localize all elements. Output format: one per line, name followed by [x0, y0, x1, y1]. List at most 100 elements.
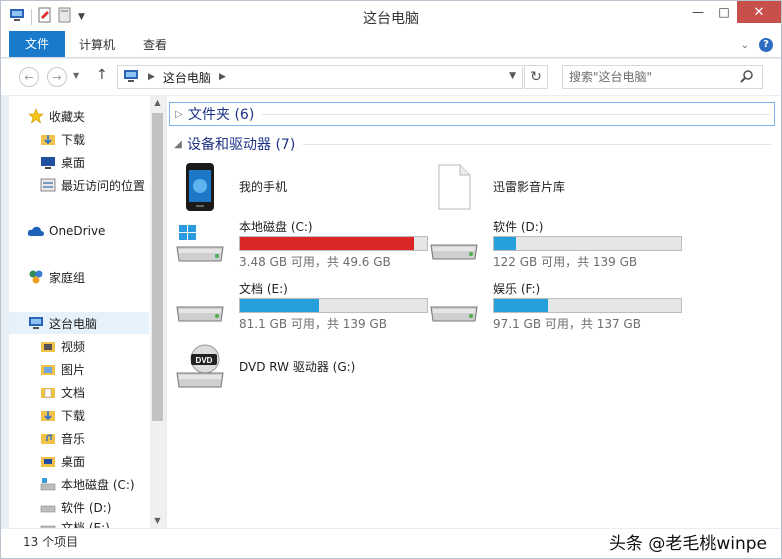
file-icon: [421, 160, 487, 214]
nav-scrollbar[interactable]: ▲ ▼: [150, 96, 165, 528]
up-arrow-icon[interactable]: ↑: [96, 67, 108, 83]
desktop-folder-icon: [39, 453, 57, 469]
drive-space-info: 3.48 GB 可用，共 49.6 GB: [239, 255, 391, 269]
nav-item-favorites[interactable]: 收藏夹: [9, 105, 149, 127]
onedrive-cloud-icon: [27, 223, 45, 239]
drive-e[interactable]: 文档 (E:) 81.1 GB 可用，共 139 GB: [167, 278, 428, 332]
tab-file[interactable]: 文件: [9, 31, 65, 57]
group-title: 文件夹 (6): [188, 107, 255, 123]
collapse-chevron-icon[interactable]: ◢: [169, 139, 187, 150]
refresh-icon: ↻: [530, 69, 542, 85]
desktop-icon: [39, 154, 57, 170]
group-header-devices[interactable]: ◢ 设备和驱动器 (7): [169, 132, 775, 156]
drive-f[interactable]: 娱乐 (F:) 97.1 GB 可用，共 137 GB: [421, 278, 682, 332]
nav-item-onedrive[interactable]: OneDrive: [9, 220, 149, 242]
content-pane: ▷ 文件夹 (6) ◢ 设备和驱动器 (7) 我的手机 迅雷影音片库 本地磁盘 …: [167, 96, 781, 528]
hard-drive-icon: [421, 278, 487, 332]
nav-item-music[interactable]: 音乐: [9, 427, 149, 449]
nav-item-downloads[interactable]: 下载: [9, 128, 149, 150]
nav-item-label: 下载: [61, 408, 86, 423]
phone-icon: [167, 160, 233, 214]
usage-fill: [240, 237, 414, 250]
nav-item-documents[interactable]: 文档: [9, 381, 149, 403]
nav-item-label: OneDrive: [49, 224, 106, 238]
group-header-folders[interactable]: ▷ 文件夹 (6): [169, 102, 775, 126]
device-name: 我的手机: [239, 180, 288, 194]
drive-name: 本地磁盘 (C:): [239, 220, 313, 234]
downloads-folder-icon: [39, 407, 57, 423]
close-button[interactable]: ✕: [737, 1, 781, 23]
tab-view[interactable]: 查看: [131, 34, 179, 57]
back-button[interactable]: ←: [19, 67, 39, 87]
videos-folder-icon: [39, 338, 57, 354]
usage-bar: [239, 298, 428, 313]
nav-item-label: 图片: [61, 362, 86, 377]
nav-item-videos[interactable]: 视频: [9, 335, 149, 357]
drive-e-icon: [39, 519, 57, 528]
search-input[interactable]: [569, 69, 729, 85]
pictures-folder-icon: [39, 361, 57, 377]
nav-item-label: 收藏夹: [49, 109, 86, 124]
drive-name: 娱乐 (F:): [493, 282, 541, 296]
this-pc-icon: [122, 68, 140, 87]
maximize-button[interactable]: □: [711, 1, 737, 23]
drive-space-info: 97.1 GB 可用，共 137 GB: [493, 317, 641, 331]
nav-item-desktop-pc[interactable]: 桌面: [9, 450, 149, 472]
breadcrumb-this-pc[interactable]: 这台电脑: [163, 69, 211, 86]
refresh-button[interactable]: ↻: [524, 65, 548, 89]
drive-d-icon: [39, 499, 57, 515]
drive-name: DVD RW 驱动器 (G:): [239, 360, 356, 374]
nav-item-desktop[interactable]: 桌面: [9, 151, 149, 173]
watermark: 头条 @老毛桃winpe: [608, 534, 767, 554]
favorites-star-icon: [27, 108, 45, 124]
drive-c[interactable]: 本地磁盘 (C:) 3.48 GB 可用，共 49.6 GB: [167, 216, 428, 270]
usage-bar: [239, 236, 428, 251]
forward-arrow-icon: →: [52, 70, 62, 84]
group-divider: [303, 143, 771, 145]
group-divider: [262, 113, 770, 115]
window-title: 这台电脑: [363, 11, 419, 27]
ribbon-tabs: 文件 计算机 查看 ⌄ ?: [1, 31, 781, 58]
expand-chevron-icon[interactable]: ▷: [170, 109, 188, 120]
music-folder-icon: [39, 430, 57, 446]
device-xunlei-library[interactable]: 迅雷影音片库: [421, 160, 671, 214]
search-icon[interactable]: [740, 69, 754, 86]
search-box[interactable]: [562, 65, 763, 89]
address-row: ← → ▼ ↑ ▶ 这台电脑 ▶ ▼ ↻: [1, 59, 781, 95]
nav-item-label: 本地磁盘 (C:): [61, 477, 135, 492]
window-controls: — □ ✕: [685, 1, 781, 23]
forward-button[interactable]: →: [47, 67, 67, 87]
nav-item-pictures[interactable]: 图片: [9, 358, 149, 380]
drive-dvd[interactable]: DVD DVD RW 驱动器 (G:): [167, 340, 417, 394]
recent-places-icon: [39, 177, 57, 193]
scroll-thumb[interactable]: [152, 113, 163, 421]
drive-c-icon: [39, 476, 57, 492]
nav-item-label: 文档: [61, 385, 86, 400]
nav-item-drive-e[interactable]: 文档 (E:): [9, 519, 149, 528]
nav-item-recent-places[interactable]: 最近访问的位置: [9, 174, 149, 196]
address-bar[interactable]: ▶ 这台电脑 ▶ ▼: [117, 65, 523, 89]
nav-item-homegroup[interactable]: 家庭组: [9, 266, 149, 288]
tab-computer[interactable]: 计算机: [67, 34, 127, 57]
usage-bar: [493, 236, 682, 251]
nav-item-drive-d[interactable]: 软件 (D:): [9, 496, 149, 518]
nav-item-this-pc[interactable]: 这台电脑: [9, 312, 149, 334]
windows-drive-icon: [167, 216, 233, 270]
minimize-button[interactable]: —: [685, 1, 711, 23]
recent-locations-icon[interactable]: ▼: [73, 71, 79, 80]
scroll-up-icon[interactable]: ▲: [150, 96, 165, 110]
downloads-folder-icon: [39, 131, 57, 147]
expand-ribbon-icon[interactable]: ⌄: [741, 40, 749, 51]
nav-item-drive-c[interactable]: 本地磁盘 (C:): [9, 473, 149, 495]
breadcrumb-chevron-icon[interactable]: ▶: [219, 72, 226, 82]
svg-text:DVD: DVD: [196, 356, 213, 365]
scroll-down-icon[interactable]: ▼: [150, 514, 165, 528]
help-icon[interactable]: ?: [759, 38, 773, 52]
drive-d[interactable]: 软件 (D:) 122 GB 可用，共 139 GB: [421, 216, 682, 270]
address-history-icon[interactable]: ▼: [509, 71, 516, 81]
device-phone[interactable]: 我的手机: [167, 160, 417, 214]
usage-fill: [494, 299, 549, 312]
nav-item-downloads-pc[interactable]: 下载: [9, 404, 149, 426]
item-count: 13 个项目: [23, 535, 79, 549]
breadcrumb-chevron-icon[interactable]: ▶: [148, 72, 155, 82]
